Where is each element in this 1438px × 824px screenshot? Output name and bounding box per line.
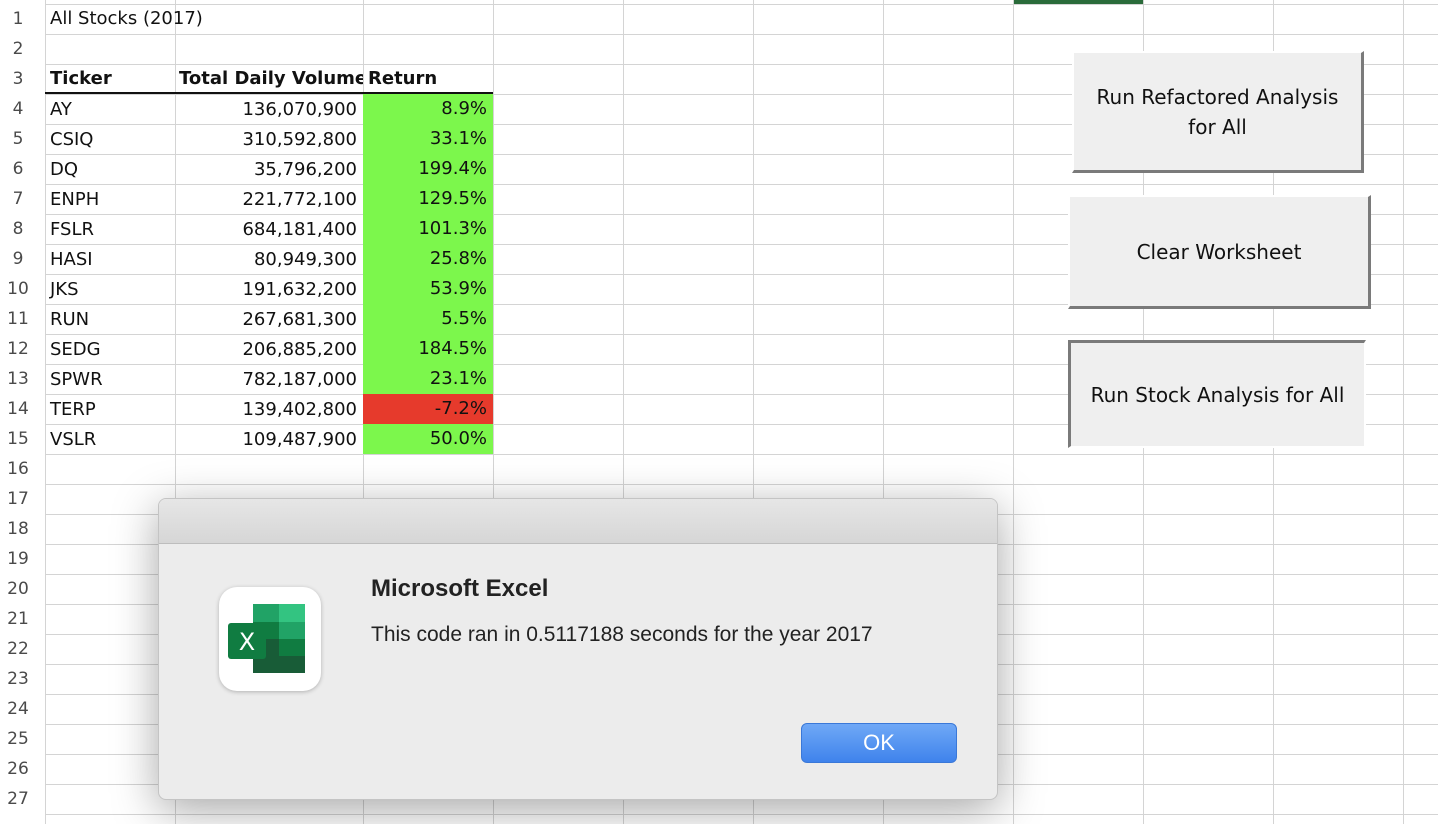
row-number[interactable]: 18	[0, 514, 36, 544]
return-header[interactable]: Return	[363, 64, 493, 93]
row-number[interactable]: 25	[0, 724, 36, 754]
row-number[interactable]: 20	[0, 574, 36, 604]
row-number[interactable]: 12	[0, 334, 36, 364]
row-number[interactable]: 10	[0, 274, 36, 304]
grid-row-line	[45, 484, 1438, 485]
volume-cell[interactable]: 221,772,100	[175, 185, 363, 214]
volume-cell[interactable]: 139,402,800	[175, 395, 363, 424]
return-cell[interactable]: 184.5%	[363, 334, 493, 364]
volume-cell[interactable]: 206,885,200	[175, 335, 363, 364]
return-cell[interactable]: 25.8%	[363, 244, 493, 274]
run-refactored-analysis-button[interactable]: Run Refactored Analysis for All	[1072, 51, 1364, 173]
row-number[interactable]: 9	[0, 244, 36, 274]
excel-icon-letter: X	[239, 628, 255, 656]
volume-cell[interactable]: 191,632,200	[175, 275, 363, 304]
row-number[interactable]: 24	[0, 694, 36, 724]
excel-icon: X	[219, 587, 321, 691]
return-cell[interactable]: 199.4%	[363, 154, 493, 184]
return-cell[interactable]: 33.1%	[363, 124, 493, 154]
ticker-cell[interactable]: HASI	[45, 245, 175, 274]
return-cell[interactable]: 129.5%	[363, 184, 493, 214]
volume-cell[interactable]: 310,592,800	[175, 125, 363, 154]
row-number[interactable]: 14	[0, 394, 36, 424]
row-number[interactable]: 13	[0, 364, 36, 394]
row-number[interactable]: 7	[0, 184, 36, 214]
grid-row-line	[45, 814, 1438, 815]
row-number[interactable]: 6	[0, 154, 36, 184]
excel-icon-graphic: X	[228, 604, 305, 673]
row-number[interactable]: 21	[0, 604, 36, 634]
row-number[interactable]: 3	[0, 64, 36, 94]
volume-cell[interactable]: 109,487,900	[175, 425, 363, 454]
row-number[interactable]: 17	[0, 484, 36, 514]
row-number[interactable]: 22	[0, 634, 36, 664]
volume-cell[interactable]: 136,070,900	[175, 95, 363, 124]
run-stock-analysis-button[interactable]: Run Stock Analysis for All	[1068, 340, 1366, 448]
ticker-cell[interactable]: JKS	[45, 275, 175, 304]
grid-row-line	[45, 34, 1438, 35]
row-number[interactable]: 8	[0, 214, 36, 244]
dialog-message: This code ran in 0.5117188 seconds for t…	[371, 623, 873, 646]
ticker-cell[interactable]: DQ	[45, 155, 175, 184]
row-number[interactable]: 4	[0, 94, 36, 124]
ticker-cell[interactable]: FSLR	[45, 215, 175, 244]
ticker-cell[interactable]: TERP	[45, 395, 175, 424]
ticker-cell[interactable]: AY	[45, 95, 175, 124]
ticker-cell[interactable]: RUN	[45, 305, 175, 334]
ticker-cell[interactable]: ENPH	[45, 185, 175, 214]
row-number[interactable]: 15	[0, 424, 36, 454]
grid-row-line	[45, 454, 1438, 455]
ticker-cell[interactable]: CSIQ	[45, 125, 175, 154]
row-number[interactable]: 11	[0, 304, 36, 334]
return-cell[interactable]: 23.1%	[363, 364, 493, 394]
row-number[interactable]: 27	[0, 784, 36, 814]
ticker-cell[interactable]: VSLR	[45, 425, 175, 454]
volume-cell[interactable]: 35,796,200	[175, 155, 363, 184]
volume-cell[interactable]: 684,181,400	[175, 215, 363, 244]
return-cell[interactable]: 53.9%	[363, 274, 493, 304]
row-number[interactable]: 1	[0, 4, 36, 34]
ok-button[interactable]: OK	[801, 723, 957, 763]
clear-worksheet-button[interactable]: Clear Worksheet	[1068, 195, 1371, 309]
volume-header[interactable]: Total Daily Volume	[175, 64, 363, 93]
volume-cell[interactable]: 782,187,000	[175, 365, 363, 394]
ticker-cell[interactable]: SEDG	[45, 335, 175, 364]
alert-dialog: X Microsoft Excel This code ran in 0.511…	[158, 498, 998, 800]
return-cell[interactable]: -7.2%	[363, 394, 493, 424]
title-cell[interactable]: All Stocks (2017)	[45, 4, 365, 33]
row-number[interactable]: 26	[0, 754, 36, 784]
return-cell[interactable]: 8.9%	[363, 94, 493, 124]
dialog-title: Microsoft Excel	[371, 575, 549, 602]
return-cell[interactable]: 5.5%	[363, 304, 493, 334]
row-number[interactable]: 19	[0, 544, 36, 574]
dialog-titlebar[interactable]	[159, 499, 997, 544]
return-cell[interactable]: 101.3%	[363, 214, 493, 244]
volume-cell[interactable]: 267,681,300	[175, 305, 363, 334]
row-number[interactable]: 2	[0, 34, 36, 64]
row-number[interactable]: 5	[0, 124, 36, 154]
row-number[interactable]: 23	[0, 664, 36, 694]
ticker-header[interactable]: Ticker	[45, 64, 175, 93]
row-number[interactable]: 16	[0, 454, 36, 484]
volume-cell[interactable]: 80,949,300	[175, 245, 363, 274]
ticker-cell[interactable]: SPWR	[45, 365, 175, 394]
return-cell[interactable]: 50.0%	[363, 424, 493, 454]
